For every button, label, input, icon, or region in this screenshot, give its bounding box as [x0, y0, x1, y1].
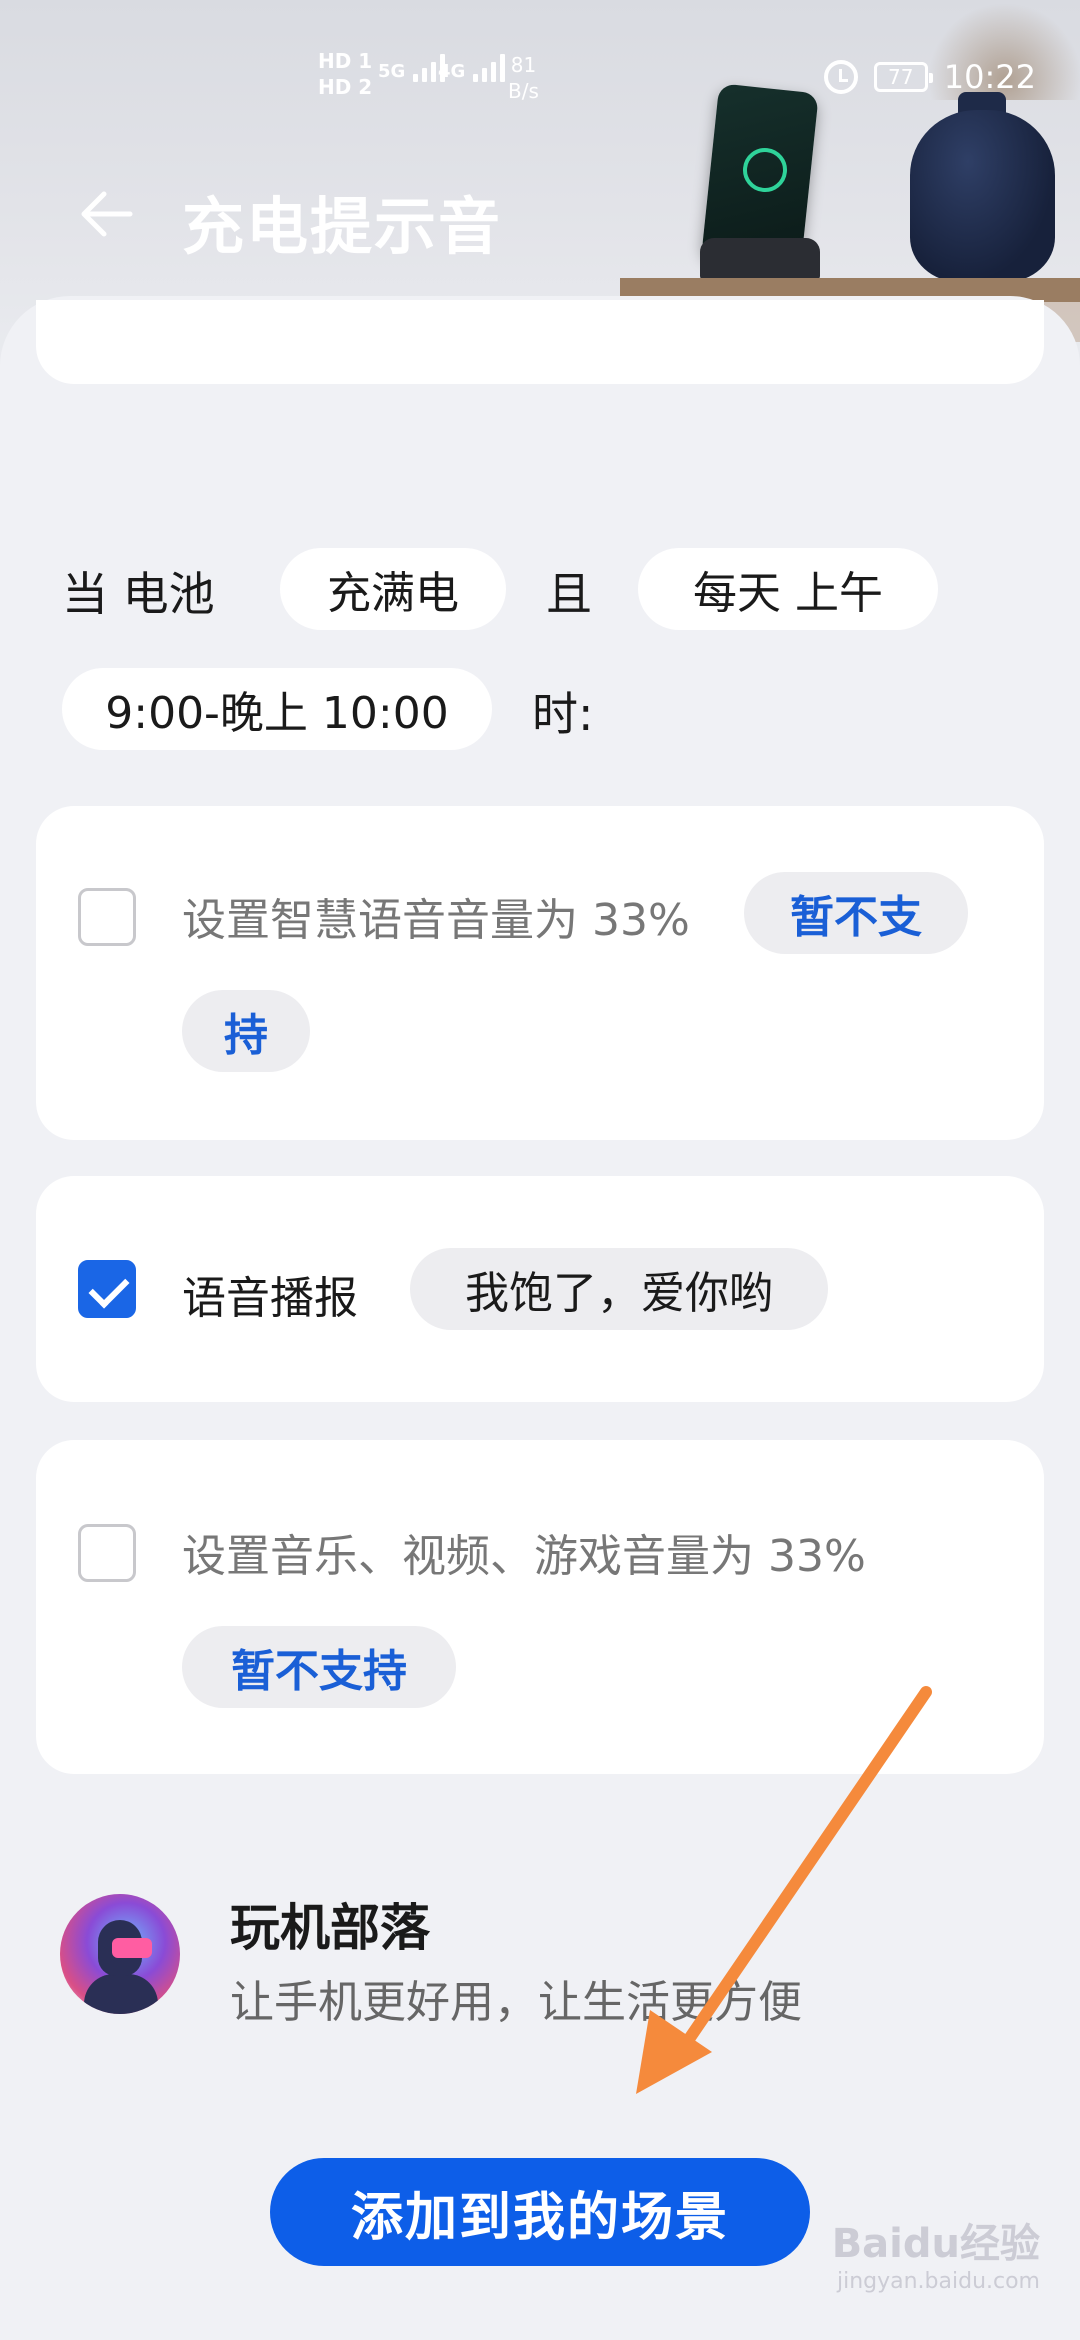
watermark: Baidu经验 jingyan.baidu.com — [832, 2211, 1040, 2294]
back-arrow-icon — [81, 191, 133, 237]
signal-4g-icon: 4G — [438, 54, 506, 82]
signal-5g-icon: 5G — [378, 54, 446, 82]
speed-value: 81 — [510, 53, 537, 77]
alarm-icon — [823, 60, 858, 94]
brand-name: 玩机部落 — [230, 1899, 430, 1957]
smart-voice-checkbox[interactable] — [78, 888, 136, 946]
condition-and: 且 — [546, 567, 592, 621]
unsupported-chip-cont[interactable]: 持 — [182, 990, 310, 1072]
annotation-arrow-icon — [636, 1686, 932, 2094]
unsupported-chip[interactable]: 暂不支 — [744, 872, 968, 954]
sim-indicators: HD 1 HD 2 — [318, 48, 372, 100]
broadcast-text-chip[interactable]: 我饱了，爱你哟 — [410, 1248, 828, 1330]
net2-label: 4G — [438, 61, 466, 82]
sim2-label: HD 2 — [318, 75, 373, 99]
smart-voice-label: 设置智慧语音音量为 33% — [182, 895, 690, 946]
media-volume-label: 设置音乐、视频、游戏音量为 33% — [182, 1531, 866, 1582]
battery-level: 77 — [888, 65, 914, 89]
charging-stand — [700, 238, 820, 280]
speed-unit: B/s — [508, 79, 539, 103]
media-volume-checkbox[interactable] — [78, 1524, 136, 1582]
back-button[interactable] — [72, 178, 144, 250]
status-right: 77 10:22 — [823, 58, 1036, 96]
add-to-my-scenes-button[interactable]: 添加到我的场景 — [270, 2158, 810, 2266]
status-bar: HD 1 HD 2 5G 4G 81 B/s 77 10:22 — [0, 0, 1080, 150]
condition-prefix: 当 电池 — [62, 567, 215, 621]
page-title: 充电提示音 — [182, 190, 503, 263]
vr-headset-icon — [112, 1938, 152, 1958]
battery-state-chip[interactable]: 充满电 — [280, 548, 506, 630]
battery-icon: 77 — [873, 62, 933, 92]
condition-suffix: 时: — [532, 687, 594, 741]
time-range-chip-cont[interactable]: 9:00-晚上 10:00 — [62, 668, 492, 750]
unsupported-chip-2[interactable]: 暂不支持 — [182, 1626, 456, 1708]
watermark-sub: jingyan.baidu.com — [836, 2269, 1040, 2294]
action-card-smart-voice — [36, 806, 1044, 1140]
voice-broadcast-checkbox[interactable] — [78, 1260, 136, 1318]
previous-card — [36, 300, 1044, 384]
clock: 10:22 — [943, 58, 1036, 96]
sim1-label: HD 1 — [318, 49, 373, 73]
time-range-chip[interactable]: 每天 上午 — [638, 548, 938, 630]
voice-broadcast-label: 语音播报 — [182, 1273, 358, 1324]
net1-label: 5G — [378, 61, 406, 82]
network-speed: 81 B/s — [508, 52, 539, 104]
watermark-main: Baidu经验 — [831, 2221, 1040, 2267]
avatar — [60, 1894, 180, 2014]
